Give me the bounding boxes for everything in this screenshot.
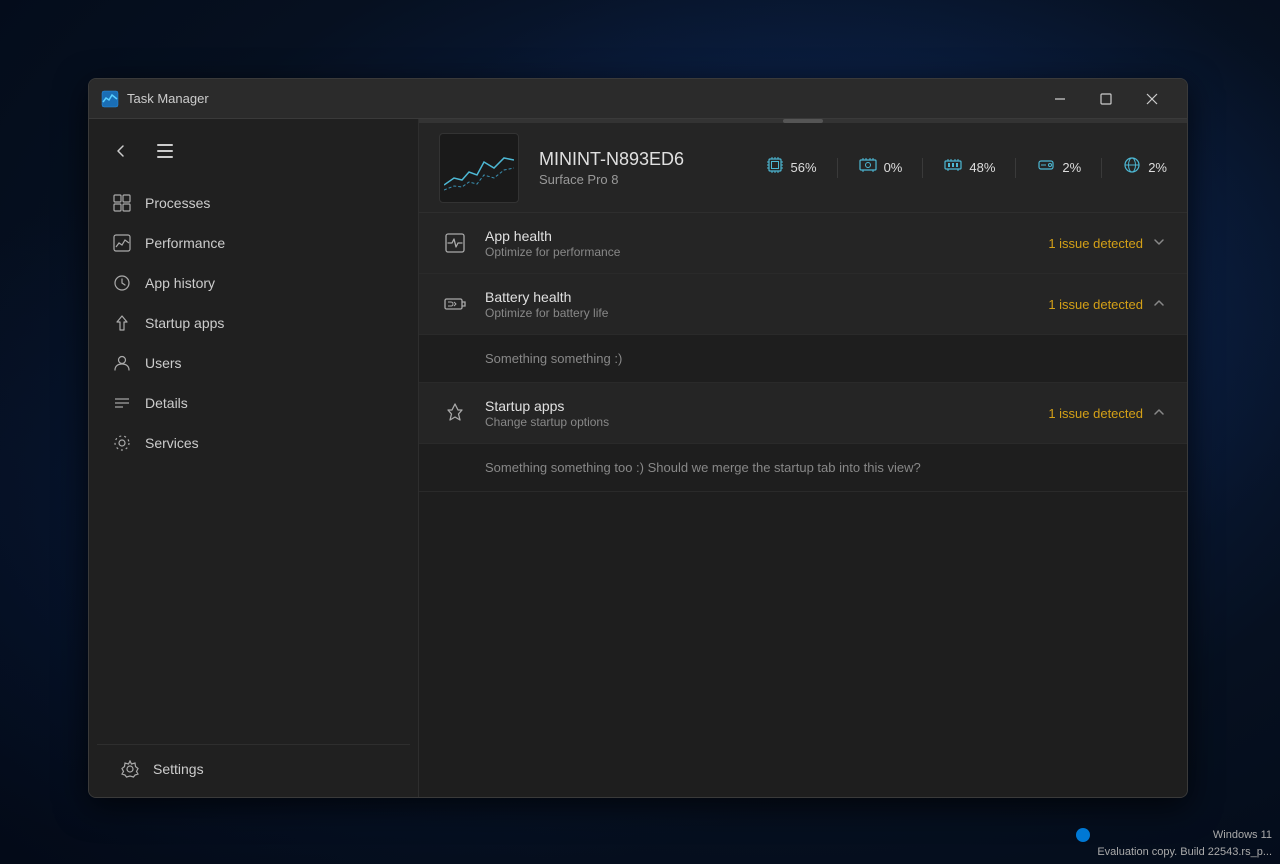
battery-health-icon — [439, 288, 471, 320]
health-item-startup-apps-header[interactable]: Startup apps Change startup options 1 is… — [419, 383, 1187, 443]
performance-label: Performance — [145, 235, 225, 251]
health-item-battery-health-header[interactable]: Battery health Optimize for battery life… — [419, 274, 1187, 334]
startup-apps-message: Something something too :) Should we mer… — [485, 460, 921, 475]
processes-icon — [113, 194, 131, 212]
memory-value: 48% — [969, 160, 995, 175]
battery-health-subtitle: Optimize for battery life — [485, 306, 1048, 320]
startup-apps-label: Startup apps — [145, 315, 224, 331]
app-health-chevron — [1151, 236, 1167, 251]
app-history-label: App history — [145, 275, 215, 291]
hamburger-icon — [157, 144, 173, 158]
app-health-subtitle: Optimize for performance — [485, 245, 1048, 259]
startup-apps-health-status: 1 issue detected — [1048, 406, 1143, 421]
metric-disk: 2% — [1036, 156, 1081, 179]
window-body: Processes Performance App history Startu… — [89, 119, 1187, 797]
sidebar-item-settings[interactable]: Settings — [105, 750, 402, 788]
system-name: MININT-N893ED6 — [539, 149, 745, 170]
battery-health-expanded-content: Something something :) — [419, 334, 1187, 382]
taskbar-info: Windows 11 Evaluation copy. Build 22543.… — [1089, 823, 1280, 864]
health-item-app-health-header[interactable]: App health Optimize for performance 1 is… — [419, 213, 1187, 273]
back-button[interactable] — [105, 135, 137, 167]
metric-separator-4 — [1101, 158, 1102, 178]
system-info-block: MININT-N893ED6 Surface Pro 8 — [539, 149, 745, 187]
health-item-battery-health: Battery health Optimize for battery life… — [419, 274, 1187, 383]
metric-cpu: 56% — [765, 156, 817, 179]
window-title: Task Manager — [127, 91, 1037, 106]
services-icon — [113, 434, 131, 452]
task-manager-window: Task Manager — [88, 78, 1188, 798]
metric-separator-2 — [922, 158, 923, 178]
startup-apps-health-subtitle: Change startup options — [485, 415, 1048, 429]
system-logo — [439, 133, 519, 203]
memory-icon — [943, 156, 963, 179]
sidebar-bottom: Settings — [97, 744, 410, 797]
os-name: Windows 11 — [1213, 829, 1272, 841]
sidebar-header — [89, 127, 418, 183]
gpu-value: 0% — [884, 160, 903, 175]
app-icon — [101, 90, 119, 108]
startup-apps-health-icon — [439, 397, 471, 429]
metrics-row: 56% 0% — [765, 156, 1167, 179]
performance-icon — [113, 234, 131, 252]
settings-label: Settings — [153, 761, 204, 777]
settings-icon — [121, 760, 139, 778]
users-label: Users — [145, 355, 182, 371]
app-health-icon — [439, 227, 471, 259]
metric-memory: 48% — [943, 156, 995, 179]
users-icon — [113, 354, 131, 372]
metric-separator-1 — [837, 158, 838, 178]
window-controls — [1037, 83, 1175, 115]
sidebar-item-users[interactable]: Users — [97, 344, 410, 382]
disk-icon — [1036, 156, 1056, 179]
gpu-icon — [858, 156, 878, 179]
battery-health-title: Battery health — [485, 289, 1048, 305]
sidebar-item-services[interactable]: Services — [97, 424, 410, 462]
metric-separator-3 — [1015, 158, 1016, 178]
title-bar: Task Manager — [89, 79, 1187, 119]
services-label: Services — [145, 435, 199, 451]
sidebar-item-details[interactable]: Details — [97, 384, 410, 422]
cpu-value: 56% — [791, 160, 817, 175]
metric-network: 2% — [1122, 156, 1167, 179]
windows-indicator — [1076, 828, 1090, 842]
sidebar-item-app-history[interactable]: App history — [97, 264, 410, 302]
system-model: Surface Pro 8 — [539, 172, 745, 187]
sidebar-item-performance[interactable]: Performance — [97, 224, 410, 262]
disk-value: 2% — [1062, 160, 1081, 175]
app-health-status: 1 issue detected — [1048, 236, 1143, 251]
health-item-startup-apps: Startup apps Change startup options 1 is… — [419, 383, 1187, 492]
details-icon — [113, 394, 131, 412]
startup-apps-health-text: Startup apps Change startup options — [485, 398, 1048, 429]
startup-apps-health-chevron — [1151, 406, 1167, 421]
battery-health-status: 1 issue detected — [1048, 297, 1143, 312]
main-content: MININT-N893ED6 Surface Pro 8 56% — [419, 119, 1187, 797]
startup-apps-icon — [113, 314, 131, 332]
app-health-text: App health Optimize for performance — [485, 228, 1048, 259]
battery-health-chevron — [1151, 297, 1167, 312]
build-info: Evaluation copy. Build 22543.rs_p... — [1097, 846, 1272, 858]
health-item-app-health: App health Optimize for performance 1 is… — [419, 213, 1187, 274]
details-label: Details — [145, 395, 188, 411]
app-health-title: App health — [485, 228, 1048, 244]
metric-gpu: 0% — [858, 156, 903, 179]
system-header: MININT-N893ED6 Surface Pro 8 56% — [419, 123, 1187, 213]
maximize-button[interactable] — [1083, 83, 1129, 115]
sidebar-item-startup-apps[interactable]: Startup apps — [97, 304, 410, 342]
startup-apps-health-title: Startup apps — [485, 398, 1048, 414]
close-button[interactable] — [1129, 83, 1175, 115]
battery-health-message: Something something :) — [485, 351, 622, 366]
content-area: App health Optimize for performance 1 is… — [419, 213, 1187, 797]
network-icon — [1122, 156, 1142, 179]
network-value: 2% — [1148, 160, 1167, 175]
startup-apps-expanded-content: Something something too :) Should we mer… — [419, 443, 1187, 491]
cpu-icon — [765, 156, 785, 179]
battery-health-text: Battery health Optimize for battery life — [485, 289, 1048, 320]
app-history-icon — [113, 274, 131, 292]
sidebar-item-processes[interactable]: Processes — [97, 184, 410, 222]
processes-label: Processes — [145, 195, 210, 211]
minimize-button[interactable] — [1037, 83, 1083, 115]
sidebar: Processes Performance App history Startu… — [89, 119, 419, 797]
hamburger-button[interactable] — [149, 135, 181, 167]
